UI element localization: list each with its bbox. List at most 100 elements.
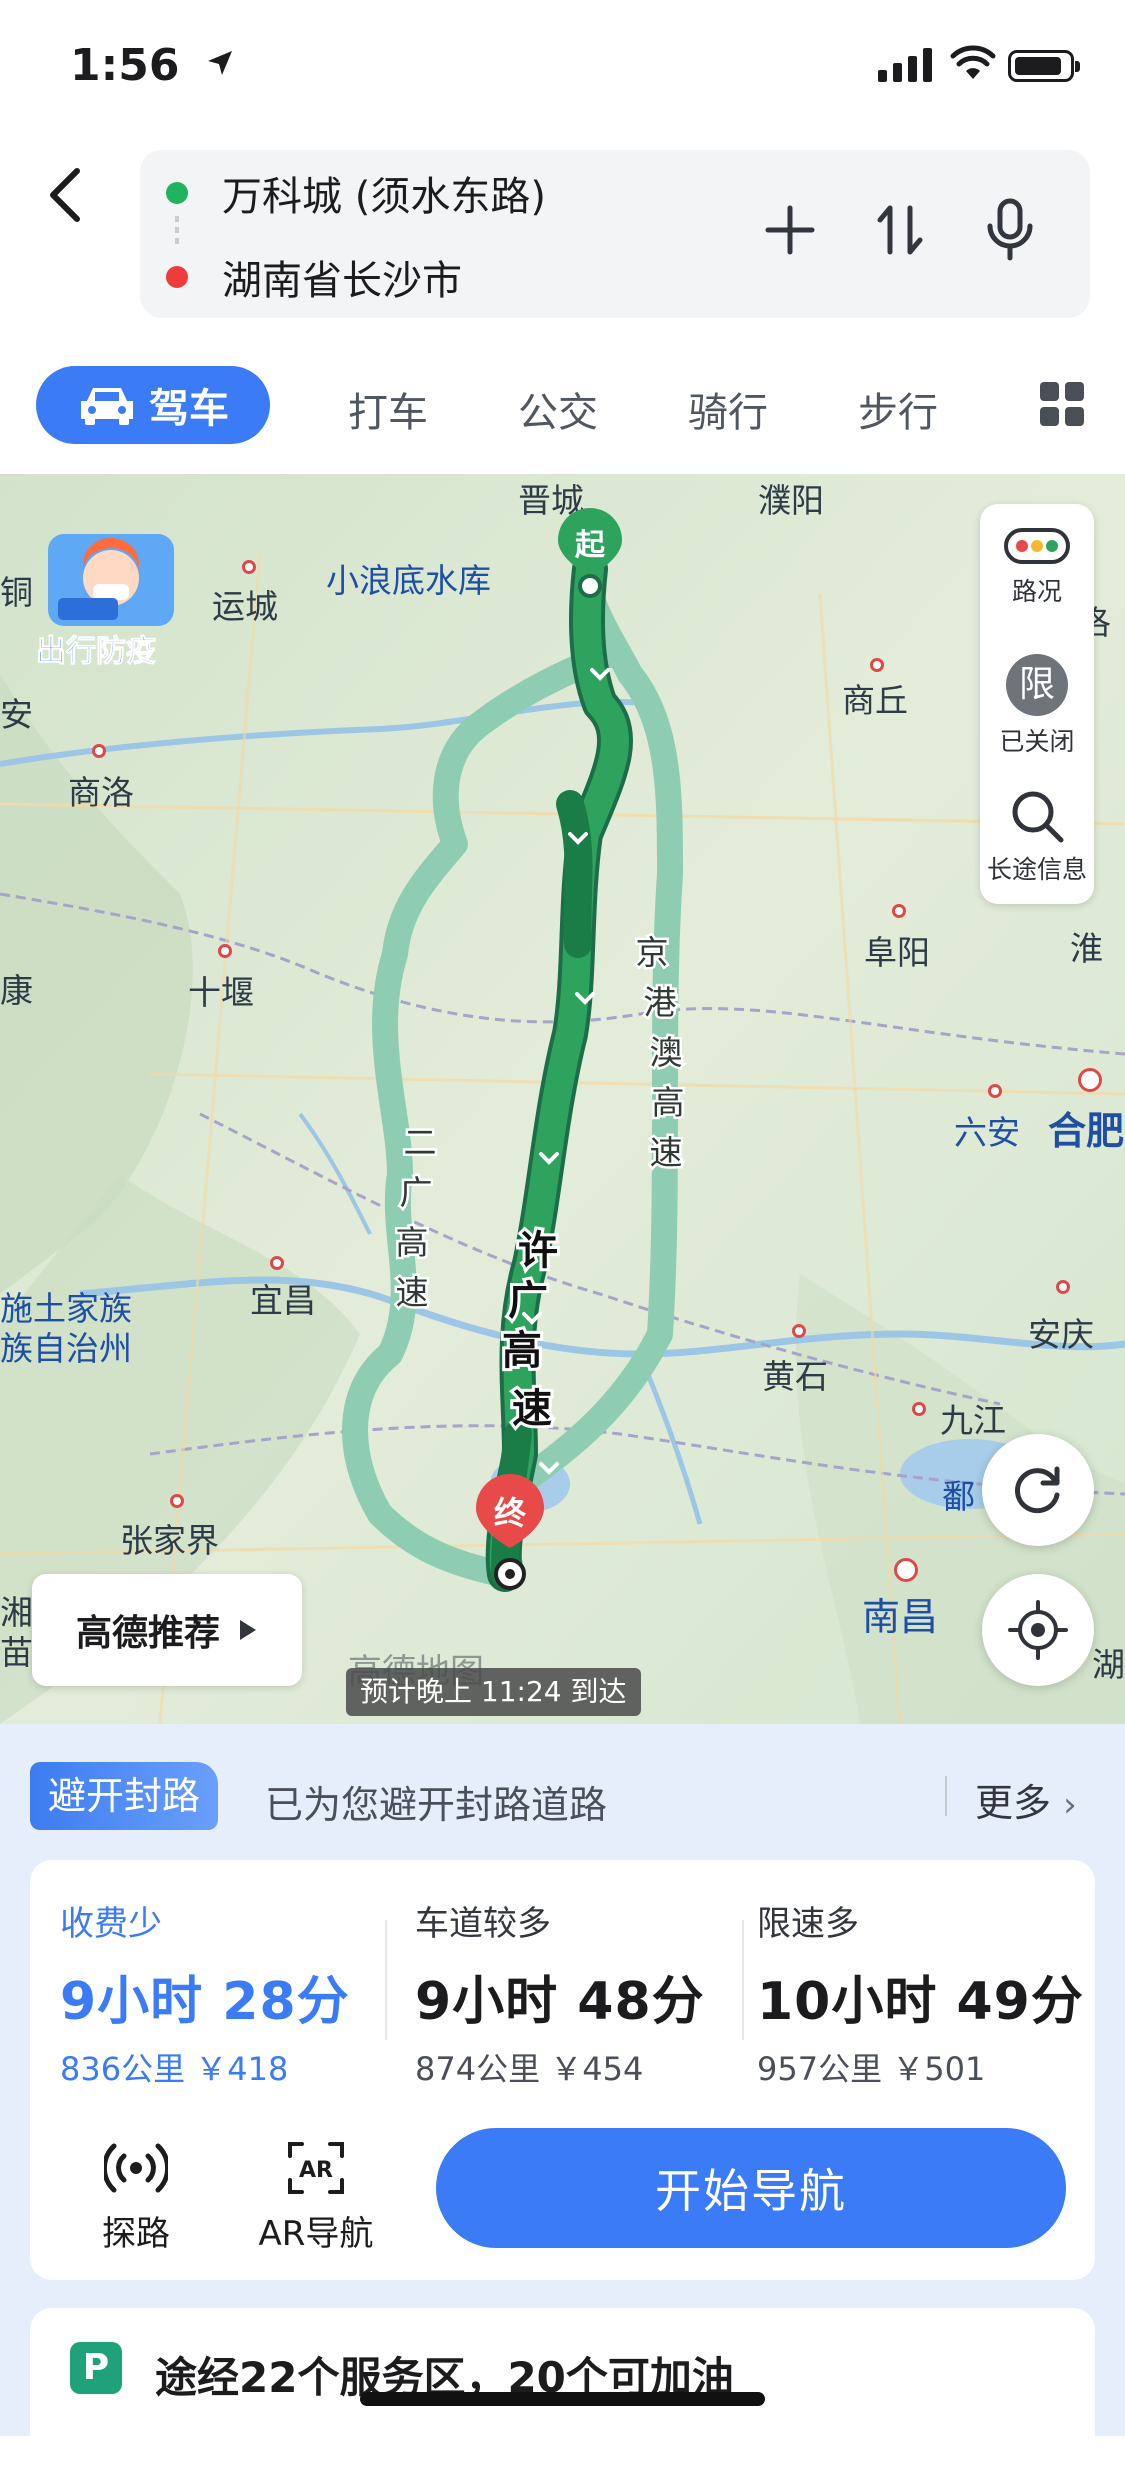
notice-divider xyxy=(945,1776,947,1816)
start-marker-text: 起 xyxy=(575,528,605,563)
status-time: 1:56 xyxy=(70,40,180,91)
ar-nav-label: AR导航 xyxy=(258,2214,374,2254)
start-marker[interactable]: 起 xyxy=(556,508,624,598)
route-label-east: 京 xyxy=(636,933,669,972)
route-option-3[interactable]: 限速多 10小时 49分 957公里 ￥501 xyxy=(757,1896,1097,2090)
traffic-light-icon xyxy=(1004,528,1070,564)
route-label-east: 港 xyxy=(644,983,677,1022)
destination-field[interactable]: 湖南省长沙市 xyxy=(140,242,462,312)
traffic-toggle[interactable]: 路况 xyxy=(980,526,1094,608)
wifi-icon xyxy=(950,45,996,79)
route-label-west: 速 xyxy=(396,1273,429,1312)
origin-dot-icon xyxy=(166,182,188,204)
option-duration: 9小时 48分 xyxy=(415,1972,705,2032)
transport-tabs: 驾车 打车 公交 骑行 步行 xyxy=(0,360,1125,450)
option-distance: 874公里 ￥454 xyxy=(415,2050,644,2088)
explore-route-button[interactable]: 探路 xyxy=(56,2136,216,2255)
chevron-left-icon xyxy=(50,168,80,222)
promo-character-icon xyxy=(48,534,174,626)
route-input-box: 万科城 (须水东路) 湖南省长沙市 xyxy=(140,150,1090,318)
route-label-east: 澳 xyxy=(650,1033,683,1072)
chevron-right-icon: › xyxy=(1063,1785,1077,1825)
amap-recommend-button[interactable]: 高德推荐 xyxy=(32,1574,302,1686)
microphone-icon xyxy=(987,198,1033,261)
refresh-button[interactable] xyxy=(982,1434,1094,1546)
route-label-main: 速 xyxy=(512,1386,552,1432)
voice-input-button[interactable] xyxy=(975,195,1045,265)
notice-tag: 避开封路 xyxy=(30,1762,219,1830)
explore-label: 探路 xyxy=(102,2214,170,2254)
tab-walk[interactable]: 步行 xyxy=(858,380,938,438)
ar-icon: AR xyxy=(288,2142,344,2194)
route-label-main: 高 xyxy=(502,1328,542,1374)
start-navigation-button[interactable]: 开始导航 xyxy=(436,2128,1066,2248)
route-label-main: 许 xyxy=(518,1228,558,1274)
option-label: 限速多 xyxy=(757,1904,859,1944)
restriction-label: 已关闭 xyxy=(999,727,1075,756)
route-label-east: 速 xyxy=(650,1133,683,1172)
route-option-2[interactable]: 车道较多 9小时 48分 874公里 ￥454 xyxy=(415,1896,755,2090)
parking-icon: P xyxy=(70,2342,122,2394)
end-marker[interactable]: 终 xyxy=(474,1474,546,1594)
locate-crosshair-icon xyxy=(1008,1600,1068,1660)
locate-button[interactable] xyxy=(982,1574,1094,1686)
option-duration: 9小时 28分 xyxy=(60,1972,350,2032)
play-triangle-icon xyxy=(240,1620,256,1640)
route-label-west: 二 xyxy=(404,1123,437,1162)
route-map[interactable]: 晋城 濮阳 运城 小浪底水库 商丘 商洛 十堰 阜阳 淮 六安 合肥 宜昌 施土… xyxy=(0,474,1125,1724)
route-panel: 避开封路 已为您避开封路道路 更多 › 收费少 9小时 28分 836公里 ￥4… xyxy=(0,1724,1125,2468)
route-label-west: 广 xyxy=(400,1173,433,1212)
origin-field[interactable]: 万科城 (须水东路) xyxy=(140,158,546,228)
service-area-info[interactable]: P 途经22个服务区，20个可加油 xyxy=(30,2308,1095,2468)
destination-text: 湖南省长沙市 xyxy=(222,258,462,304)
back-button[interactable] xyxy=(40,160,90,230)
status-bar: 1:56 xyxy=(0,0,1125,140)
refresh-icon xyxy=(1015,1466,1060,1514)
add-waypoint-button[interactable] xyxy=(755,195,825,265)
long-trip-info-label: 长途信息 xyxy=(986,855,1087,884)
end-marker-text: 终 xyxy=(493,1494,526,1532)
promo-label: 出行防疫 xyxy=(36,634,157,670)
tab-taxi[interactable]: 打车 xyxy=(348,380,428,438)
swap-arrows-icon xyxy=(877,205,923,255)
route-label-west: 高 xyxy=(396,1223,429,1262)
svg-text:AR: AR xyxy=(299,2158,333,2183)
recommend-label: 高德推荐 xyxy=(75,1613,220,1654)
route-label-main: 广 xyxy=(508,1278,548,1324)
more-link[interactable]: 更多 › xyxy=(975,1772,1077,1827)
notice-message: 已为您避开封路道路 xyxy=(265,1783,608,1827)
location-arrow-icon xyxy=(208,51,232,75)
restriction-icon: 限 xyxy=(1006,654,1068,716)
ar-navigation-button[interactable]: AR AR导航 xyxy=(236,2136,396,2255)
route-options-card: 收费少 9小时 28分 836公里 ￥418 车道较多 9小时 48分 874公… xyxy=(30,1860,1095,2280)
more-modes-grid-icon[interactable] xyxy=(1040,382,1084,426)
route-label-east: 高 xyxy=(652,1083,685,1122)
origin-text: 万科城 (须水东路) xyxy=(222,174,546,220)
plus-icon xyxy=(765,205,815,255)
search-icon xyxy=(1012,791,1064,843)
option-divider xyxy=(742,1920,744,2040)
eta-badge: 预计晚上 11:24 到达 xyxy=(346,1668,641,1716)
tab-drive-label: 驾车 xyxy=(149,386,229,432)
map-tools-panel: 路况 限 已关闭 长途信息 xyxy=(980,504,1094,904)
tab-bus[interactable]: 公交 xyxy=(518,380,598,438)
swap-button[interactable] xyxy=(865,195,935,265)
option-divider xyxy=(385,1920,387,2040)
route-option-1[interactable]: 收费少 9小时 28分 836公里 ￥418 xyxy=(60,1896,400,2090)
cellular-signal-icon xyxy=(878,48,932,82)
option-distance: 957公里 ￥501 xyxy=(757,2050,986,2088)
home-indicator[interactable] xyxy=(360,2392,765,2406)
tab-drive[interactable]: 驾车 xyxy=(36,366,270,444)
car-icon xyxy=(81,388,133,425)
tab-bike[interactable]: 骑行 xyxy=(688,380,768,438)
epidemic-travel-promo[interactable]: 出行防疫 xyxy=(36,534,196,670)
option-label: 车道较多 xyxy=(415,1904,551,1944)
restriction-toggle[interactable]: 限 已关闭 xyxy=(980,654,1094,758)
long-trip-info-button[interactable]: 长途信息 xyxy=(980,788,1094,886)
road-closure-notice: 避开封路 已为您避开封路道路 更多 › xyxy=(30,1762,1095,1830)
traffic-label: 路况 xyxy=(1011,577,1062,606)
option-duration: 10小时 49分 xyxy=(757,1972,1084,2032)
option-label: 收费少 xyxy=(60,1904,162,1944)
battery-icon xyxy=(1008,50,1080,82)
option-distance: 836公里 ￥418 xyxy=(60,2050,289,2088)
